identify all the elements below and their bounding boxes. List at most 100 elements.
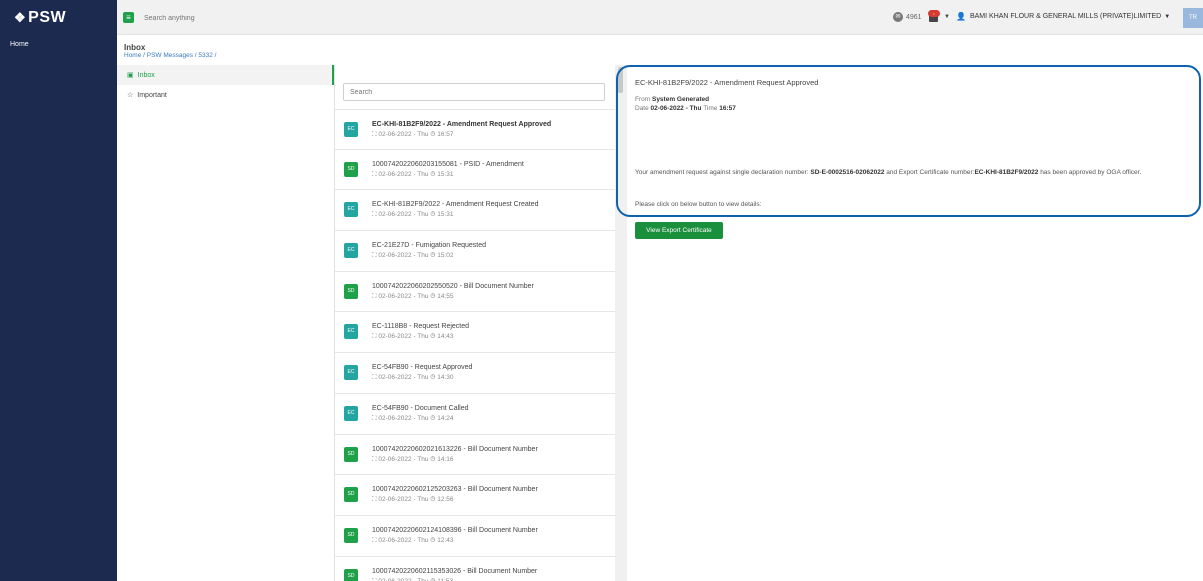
psw-logo-text: PSW — [28, 8, 67, 26]
body-text: and Export Certificate number: — [884, 169, 975, 176]
message-count[interactable]: ✉ 4961 — [893, 12, 922, 22]
folder-label: Inbox — [137, 71, 155, 79]
page-title: Inbox — [124, 43, 146, 52]
message-count-value: 4961 — [906, 13, 922, 21]
message-timestamp: ⛶ 02-06-2022 - Thu ◷ 11:53 — [372, 578, 453, 581]
message-subject: EC-1118B8 - Request Rejected — [372, 323, 470, 331]
breadcrumb[interactable]: Home / PSW Messages / 5332 / — [124, 52, 216, 59]
sidebar-item-home[interactable]: Home — [10, 41, 29, 48]
message-from: From System Generated — [635, 96, 709, 103]
message-list-scrollbar[interactable] — [615, 65, 627, 581]
export-certificate-number: EC-KHI-81B2F9/2022 — [974, 169, 1039, 176]
message-list: EC EC-KHI-81B2F9/2022 - Amendment Request… — [335, 65, 615, 581]
time-label: Time — [703, 105, 718, 112]
list-item[interactable]: SD 1000742022060202550520 - Bill Document… — [335, 272, 615, 313]
message-subject: 1000742022060212410839​6 - Bill Document… — [372, 526, 538, 534]
avatar[interactable]: TR — [1183, 8, 1203, 28]
list-item[interactable]: SD 1000742022060202161322​6 - Bill Docume… — [335, 435, 615, 476]
left-nav-sidebar — [0, 0, 117, 581]
message-body: Your amendment request against single de… — [635, 168, 1195, 177]
message-timestamp: ⛶ 02-06-2022 - Thu ◷ 14:55 — [372, 292, 454, 300]
star-icon: ☆ — [127, 92, 134, 99]
message-title: EC-KHI-81B2F9/2022 - Amendment Request A… — [635, 78, 819, 87]
list-item[interactable]: SD 1000742022060211535302​6 - Bill Docume… — [335, 557, 615, 581]
click-instruction: Please click on below button to view det… — [635, 201, 762, 208]
user-icon: 👤 — [956, 12, 966, 21]
message-timestamp: ⛶ 02-06-2022 - Thu ◷ 14:30 — [372, 374, 454, 382]
message-type-badge: EC — [344, 243, 358, 259]
user-menu[interactable]: 👤 BAMI KHAN FLOUR & GENERAL MILLS (PRIVA… — [956, 12, 1170, 21]
list-item[interactable]: EC EC-54FB90 - Document Called ⛶ 02-06-202… — [335, 394, 615, 435]
inbox-icon: ▣ — [127, 72, 134, 79]
from-value: System Generated — [651, 96, 710, 103]
declaration-number: SD-E-0002516-02062022 — [810, 169, 885, 176]
list-item[interactable]: EC EC-21E27D - Fumigation Requested ⛶ 02-0… — [335, 231, 615, 272]
message-timestamp: ⛶ 02-06-2022 - Thu ◷ 15:02 — [372, 252, 454, 260]
message-subject: 1000742022060202161322​6 - Bill Document… — [372, 445, 538, 453]
list-item[interactable]: SD 1000742022060212520326​3 - Bill Docume… — [335, 475, 615, 516]
time-value: 16:57 — [719, 105, 736, 112]
message-timestamp: ⛶ 02-06-2022 - Thu ◷ 14:24 — [372, 414, 454, 422]
list-item[interactable]: EC EC-KHI-81B2F9/2022 - Amendment Request… — [335, 190, 615, 232]
date-label: Date — [635, 105, 649, 112]
chevron-down-icon[interactable]: ▼ — [944, 14, 950, 20]
message-timestamp: ⛶ 02-06-2022 - Thu ◷ 12:43 — [372, 536, 454, 544]
list-item[interactable]: SD 1000742022060212410839​6 - Bill Docume… — [335, 516, 615, 557]
folder-important[interactable]: ☆ Important — [117, 85, 334, 105]
message-subject: 1000742022060202550520 - Bill Document N… — [372, 282, 534, 290]
message-type-badge: SD — [344, 568, 358, 581]
message-date: Date 02-06-2022 - Thu Time 16:57 — [635, 105, 736, 112]
message-type-badge: SD — [344, 446, 358, 462]
list-item[interactable]: SD 1000742022060203155081 - PSID - Amendm… — [335, 150, 615, 191]
psw-logo-mark-icon: ❖ — [14, 9, 27, 25]
from-label: From — [635, 96, 651, 103]
message-subject: EC-KHI-81B2F9/2022 - Amendment Request C… — [372, 201, 539, 209]
folder-list: ▣ Inbox ☆ Important — [117, 65, 334, 105]
message-subject: EC-21E27D - Fumigation Requested — [372, 242, 487, 250]
message-timestamp: ⛶ 02-06-2022 - Thu ◷ 14:16 — [372, 455, 454, 463]
hamburger-menu-button[interactable]: ≡ — [123, 12, 134, 23]
message-timestamp: ⛶ 02-06-2022 - Thu ◷ 16:57 — [372, 131, 454, 138]
message-timestamp: ⛶ 02-06-2022 - Thu ◷ 12:56 — [372, 496, 454, 504]
view-export-certificate-button[interactable]: View Export Certificate — [635, 222, 723, 239]
message-type-badge: EC — [344, 405, 358, 421]
message-subject: EC-54FB90 - Document Called — [372, 404, 469, 412]
notification-bell-button[interactable]: • — [928, 10, 940, 24]
folder-inbox[interactable]: ▣ Inbox — [117, 65, 334, 85]
list-item[interactable]: EC EC-54FB90 - Request Approved ⛶ 02-06-20… — [335, 353, 615, 394]
global-search-input[interactable] — [144, 12, 444, 24]
message-subject: EC-54FB90 - Request Approved — [372, 364, 473, 372]
message-type-badge: SD — [344, 283, 358, 299]
message-timestamp: ⛶ 02-06-2022 - Thu ◷ 14:43 — [372, 333, 454, 341]
message-subject: 1000742022060203155081 - PSID - Amendmen… — [372, 160, 524, 168]
message-count-icon: ✉ — [893, 12, 903, 22]
message-type-badge: EC — [344, 365, 358, 381]
user-menu-chevron-icon: ▼ — [1164, 13, 1171, 20]
message-subject: 1000742022060211535302​6 - Bill Document… — [372, 567, 538, 575]
message-subject: 1000742022060212520326​3 - Bill Document… — [372, 486, 538, 494]
top-header: ≡ ✉ 4961 • ▼ 👤 BAMI KHAN FLOUR & GENERAL… — [117, 0, 1203, 35]
body-text: has been approved by OGA officer. — [1038, 169, 1142, 176]
message-type-badge: SD — [344, 161, 358, 177]
message-detail: EC-KHI-81B2F9/2022 - Amendment Request A… — [627, 65, 1203, 581]
scrollbar-thumb[interactable] — [618, 67, 623, 93]
hamburger-icon: ≡ — [126, 13, 131, 22]
list-item[interactable]: EC EC-KHI-81B2F9/2022 - Amendment Request… — [335, 109, 615, 150]
message-timestamp: ⛶ 02-06-2022 - Thu ◷ 15:31 — [372, 211, 454, 219]
folder-label: Important — [137, 91, 167, 99]
message-subject: EC-KHI-81B2F9/2022 - Amendment Request A… — [372, 121, 552, 128]
body-text: Your amendment request against single de… — [635, 169, 811, 176]
message-items: EC EC-KHI-81B2F9/2022 - Amendment Request… — [335, 109, 615, 581]
user-name: BAMI KHAN FLOUR & GENERAL MILLS (PRIVATE… — [969, 13, 1162, 20]
list-item[interactable]: EC EC-1118B8 - Request Rejected ⛶ 02-06-20… — [335, 312, 615, 354]
notification-badge: • — [928, 10, 940, 17]
message-type-badge: SD — [344, 487, 358, 503]
message-type-badge: SD — [344, 527, 358, 543]
psw-logo[interactable]: ❖ PSW — [0, 0, 117, 35]
message-type-badge: EC — [344, 122, 358, 137]
message-type-badge: EC — [344, 324, 358, 340]
date-value: 02-06-2022 - Thu — [650, 105, 702, 112]
message-type-badge: EC — [344, 202, 358, 218]
message-search-input[interactable] — [343, 83, 605, 101]
message-timestamp: ⛶ 02-06-2022 - Thu ◷ 15:31 — [372, 170, 454, 178]
